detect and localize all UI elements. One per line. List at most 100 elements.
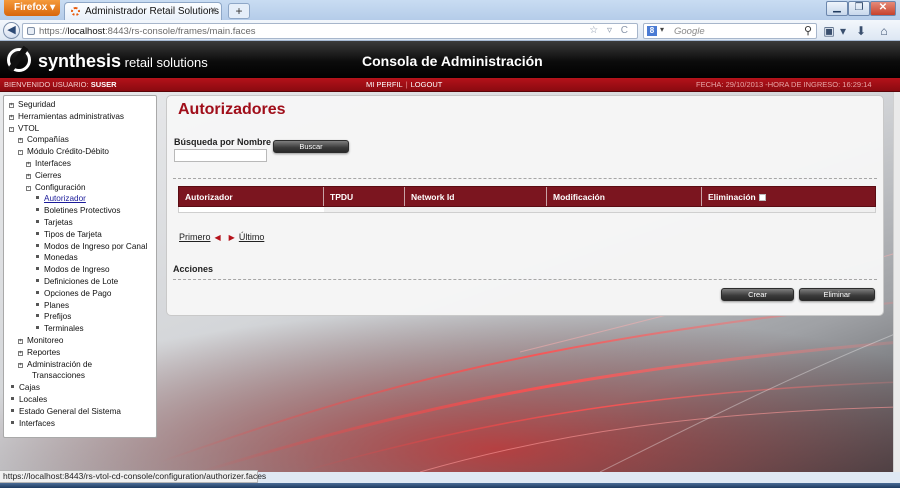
sidebar-item-label: Monedas [44,253,78,263]
sidebar-item[interactable]: + Compañías [6,134,156,146]
app-header: synthesis retail solutions Consola de Ad… [0,41,900,78]
tab-title: Administrador Retail Solutions [85,6,219,17]
search-label: Búsqueda por Nombre [174,137,272,147]
sidebar-item-label: Configuración [35,182,86,192]
home-icon[interactable]: ⌂ [876,23,892,39]
bookmarks-dropdown-icon[interactable]: ▾ [835,23,851,39]
sidebar-item[interactable]: - VTOL [6,123,156,135]
sidebar-item[interactable]: Prefijos [6,311,156,323]
address-bar[interactable]: https://localhost:8443/rs-console/frames… [22,23,638,39]
expand-icon[interactable]: + [9,103,14,108]
firefox-menu-button[interactable]: Firefox ▾ [4,0,60,16]
welcome-label: Bienvenido Usuario: [4,80,89,89]
sidebar-item[interactable]: Monedas [6,252,156,264]
page-scrollbar[interactable] [893,92,900,472]
status-bar: https://localhost:8443/rs-vtol-cd-consol… [0,470,266,483]
page-title: Autorizadores [178,101,286,118]
sidebar-item[interactable]: + Reportes [6,347,156,359]
sidebar-item-label: Terminales [44,324,84,334]
collapse-icon[interactable]: - [9,126,14,132]
sidebar-item-label: Herramientas administrativas [18,111,125,121]
sidebar-item[interactable]: Modos de Ingreso [6,264,156,276]
user-bar: Bienvenido Usuario: SUSER MI PERFIL | LOGO… [0,78,900,92]
sidebar-item-label: Locales [19,394,48,404]
col-authorizer: Autorizador [179,187,324,206]
sidebar-item[interactable]: - Configuración [6,182,156,194]
expand-icon[interactable]: + [18,362,23,368]
sidebar-item-label: Transacciones [32,371,85,381]
collapse-icon[interactable]: - [18,150,23,156]
sidebar-item-label: Boletines Protectivos [44,206,121,216]
sidebar-item[interactable]: Planes [6,300,156,312]
sidebar-item-label: Cierres [35,170,62,180]
minimize-button[interactable]: ▁ [826,1,848,16]
first-page-link[interactable]: Primero [179,232,211,242]
console-title: Consola de Administración [362,53,543,69]
next-arrow-icon[interactable]: ▶ [225,233,239,242]
bullet-icon [36,326,39,330]
expand-icon[interactable]: + [9,114,14,120]
create-button[interactable]: Crear [721,288,794,301]
bullet-icon [36,314,39,318]
sidebar-item-label: Prefijos [44,312,72,322]
sidebar-item[interactable]: - Módulo Crédito-Débito [6,146,156,158]
sidebar-item[interactable]: Opciones de Pago [6,288,156,300]
collapse-icon[interactable]: - [26,185,31,191]
expand-icon[interactable]: + [18,350,23,356]
sidebar-item[interactable]: Transacciones [6,370,156,382]
delete-button[interactable]: Eliminar [799,288,875,301]
sidebar-item-label: Módulo Crédito-Débito [27,147,109,157]
close-window-button[interactable]: ✕ [870,1,896,16]
sidebar-item[interactable]: Estado General del Sistema [6,406,156,418]
engine-dropdown-icon[interactable]: ▾ [660,25,664,34]
sidebar-item[interactable]: + Interfaces [6,158,156,170]
bullet-icon [36,290,39,294]
sidebar-item-label: Autorizador [44,194,86,204]
sidebar-item[interactable]: Definiciones de Lote [6,276,156,288]
sidebar-item[interactable]: Tarjetas [6,217,156,229]
user-links: MI PERFIL | LOGOUT [366,78,442,92]
sidebar-item-label: Monitoreo [27,335,64,345]
sidebar-item-label: Interfaces [35,158,71,168]
sidebar-item[interactable]: Autorizador [6,193,156,205]
magnifier-icon[interactable]: ⚲ [804,24,812,37]
bullet-icon [11,396,14,400]
my-profile-link[interactable]: MI PERFIL [366,80,403,89]
expand-icon[interactable]: + [18,338,23,344]
sidebar-item[interactable]: Interfaces [6,418,156,430]
close-tab-icon[interactable]: × [210,5,216,16]
search-name-input[interactable] [174,149,267,162]
sidebar-item[interactable]: + Administración de [6,359,156,371]
search-button[interactable]: Buscar [273,140,349,153]
bookmark-star-icon[interactable]: ☆ ▿ C [589,25,631,36]
select-all-checkbox[interactable] [758,194,766,201]
download-icon[interactable]: ⬇ [853,23,869,39]
expand-icon[interactable]: + [26,161,31,167]
search-bar[interactable]: 8 ▾ Google ⚲ [643,23,817,39]
sidebar-item-label: Tarjetas [44,217,73,227]
sidebar-item[interactable]: + Cierres [6,170,156,182]
sidebar-item[interactable]: + Monitoreo [6,335,156,347]
new-tab-button[interactable]: + [228,3,250,19]
last-page-link[interactable]: Último [239,232,265,242]
sidebar-item[interactable]: Boletines Protectivos [6,205,156,217]
expand-icon[interactable]: + [26,173,31,179]
sidebar-item-label: Compañías [27,135,69,145]
sidebar-item[interactable]: Terminales [6,323,156,335]
expand-icon[interactable]: + [18,138,23,144]
maximize-button[interactable]: ❐ [848,1,870,16]
sidebar-item[interactable]: Cajas [6,382,156,394]
sidebar-item[interactable]: Locales [6,394,156,406]
sidebar-item[interactable]: + Herramientas administrativas [6,111,156,123]
back-arrow-icon[interactable]: ◀ [3,22,20,39]
prev-arrow-icon[interactable]: ◀ [211,233,225,242]
browser-tab[interactable]: Administrador Retail Solutions × [64,2,222,20]
sidebar-item-label: Tipos de Tarjeta [44,229,102,239]
sidebar-item-label: Estado General del Sistema [19,406,121,416]
sidebar-item[interactable]: Modos de Ingreso por Canal [6,241,156,253]
logout-link[interactable]: LOGOUT [411,80,443,89]
loading-icon [71,7,80,16]
sidebar-item[interactable]: + Seguridad [6,99,156,111]
sidebar-item[interactable]: Tipos de Tarjeta [6,229,156,241]
col-modification: Modificación [547,187,702,206]
